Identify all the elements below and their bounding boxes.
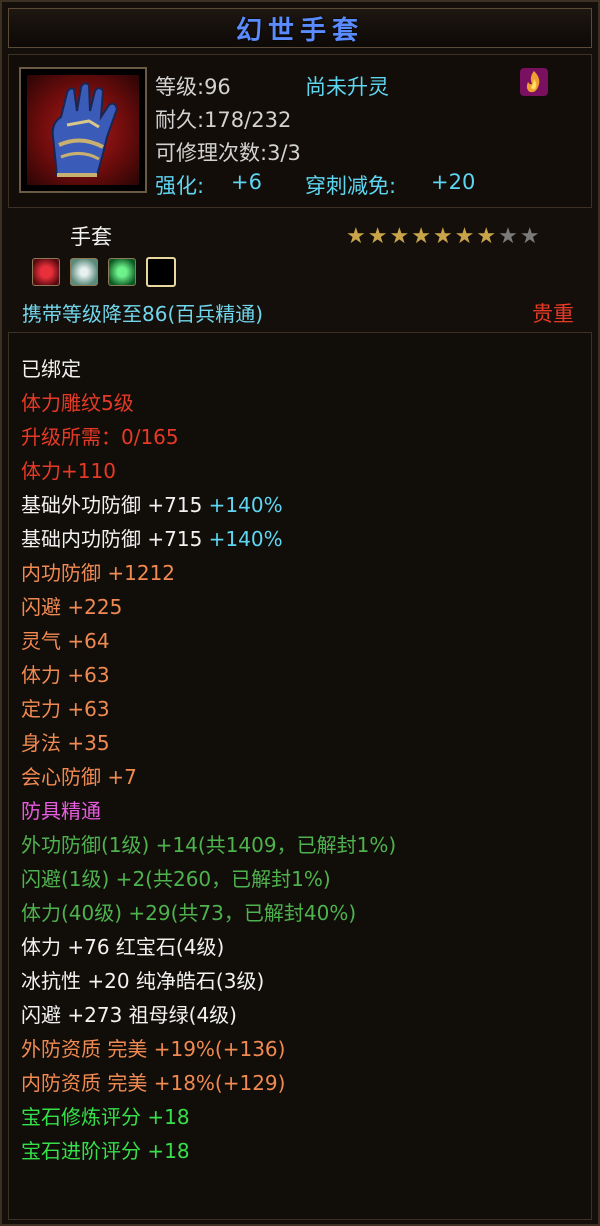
item-level: 等级:96: [155, 75, 231, 99]
carve-name: 体力雕纹5级: [21, 391, 134, 415]
glove-icon: [51, 82, 119, 177]
green-gem-icon[interactable]: [108, 258, 136, 286]
star-filled-icon: ★: [346, 224, 366, 249]
star-filled-icon: ★: [432, 224, 453, 249]
stat-line: 体力 +63: [21, 663, 110, 687]
star-filled-icon: ★: [476, 224, 497, 249]
item-tooltip: 幻世手套 等级:96 尚未升灵 耐久:178/232 可修理次数:3/3 强化:: [0, 0, 600, 1226]
pierce-value: +20: [431, 170, 476, 194]
pierce-label: 穿刺减免:: [305, 174, 397, 198]
mastery-line: 外功防御(1级) +14(共1409，已解封1%): [21, 833, 397, 857]
bound-status: 已绑定: [21, 357, 81, 381]
empty-slot-icon[interactable]: [146, 257, 176, 287]
item-header: 等级:96 尚未升灵 耐久:178/232 可修理次数:3/3 强化: +6 穿…: [8, 54, 592, 208]
title-bar: 幻世手套: [8, 8, 592, 48]
carry-level: 携带等级降至86(百兵精通): [22, 302, 264, 326]
enhance-label: 强化:: [155, 174, 205, 198]
gem-line: 体力 +76 红宝石(4级): [21, 935, 225, 959]
star-filled-icon: ★: [389, 224, 410, 249]
quality-line: 内防资质 完美 +18%(+129): [21, 1071, 286, 1095]
item-attributes: 已绑定 体力雕纹5级 升级所需：0/165 体力+110 基础外功防御 +715…: [8, 332, 592, 1220]
base-stat-inner: 基础内功防御 +715 +140%: [21, 527, 283, 551]
flame-icon[interactable]: [519, 67, 549, 97]
white-gem-icon[interactable]: [70, 258, 98, 286]
star-empty-icon: ★: [519, 224, 540, 249]
carve-upgrade: 升级所需：0/165: [21, 425, 179, 449]
durability: 耐久:178/232: [155, 108, 292, 132]
gem-line: 闪避 +273 祖母绿(4级): [21, 1003, 237, 1027]
item-icon-frame: [19, 67, 147, 193]
score-line: 宝石修炼评分 +18: [21, 1105, 190, 1129]
stat-line: 会心防御 +7: [21, 765, 137, 789]
carve-bonus: 体力+110: [21, 459, 116, 483]
item-title: 幻世手套: [235, 15, 364, 46]
star-filled-icon: ★: [454, 224, 475, 249]
score-line: 宝石进阶评分 +18: [21, 1139, 190, 1163]
repair-count: 可修理次数:3/3: [155, 141, 301, 165]
rarity-label: 贵重: [532, 302, 574, 326]
red-gem-icon[interactable]: [32, 258, 60, 286]
stat-line: 定力 +63: [21, 697, 110, 721]
item-type: 手套: [70, 225, 112, 249]
stat-line: 内功防御 +1212: [21, 561, 176, 585]
star-rating: ★ ★ ★ ★ ★ ★ ★ ★ ★: [346, 226, 540, 248]
mastery-line: 闪避(1级) +2(共260，已解封1%): [21, 867, 331, 891]
star-filled-icon: ★: [367, 224, 388, 249]
stat-line: 灵气 +64: [21, 629, 110, 653]
mastery-title: 防具精通: [21, 799, 101, 823]
stat-line: 闪避 +225: [21, 595, 123, 619]
stat-line: 身法 +35: [21, 731, 110, 755]
star-empty-icon: ★: [498, 224, 518, 249]
enhance-value: +6: [231, 170, 262, 194]
soul-status: 尚未升灵: [305, 75, 389, 99]
star-filled-icon: ★: [411, 224, 431, 249]
gem-line: 冰抗性 +20 纯净皓石(3级): [21, 969, 265, 993]
quality-line: 外防资质 完美 +19%(+136): [21, 1037, 286, 1061]
mastery-line: 体力(40级) +29(共73，已解封40%): [21, 901, 357, 925]
base-stat-outer: 基础外功防御 +715 +140%: [21, 493, 283, 517]
